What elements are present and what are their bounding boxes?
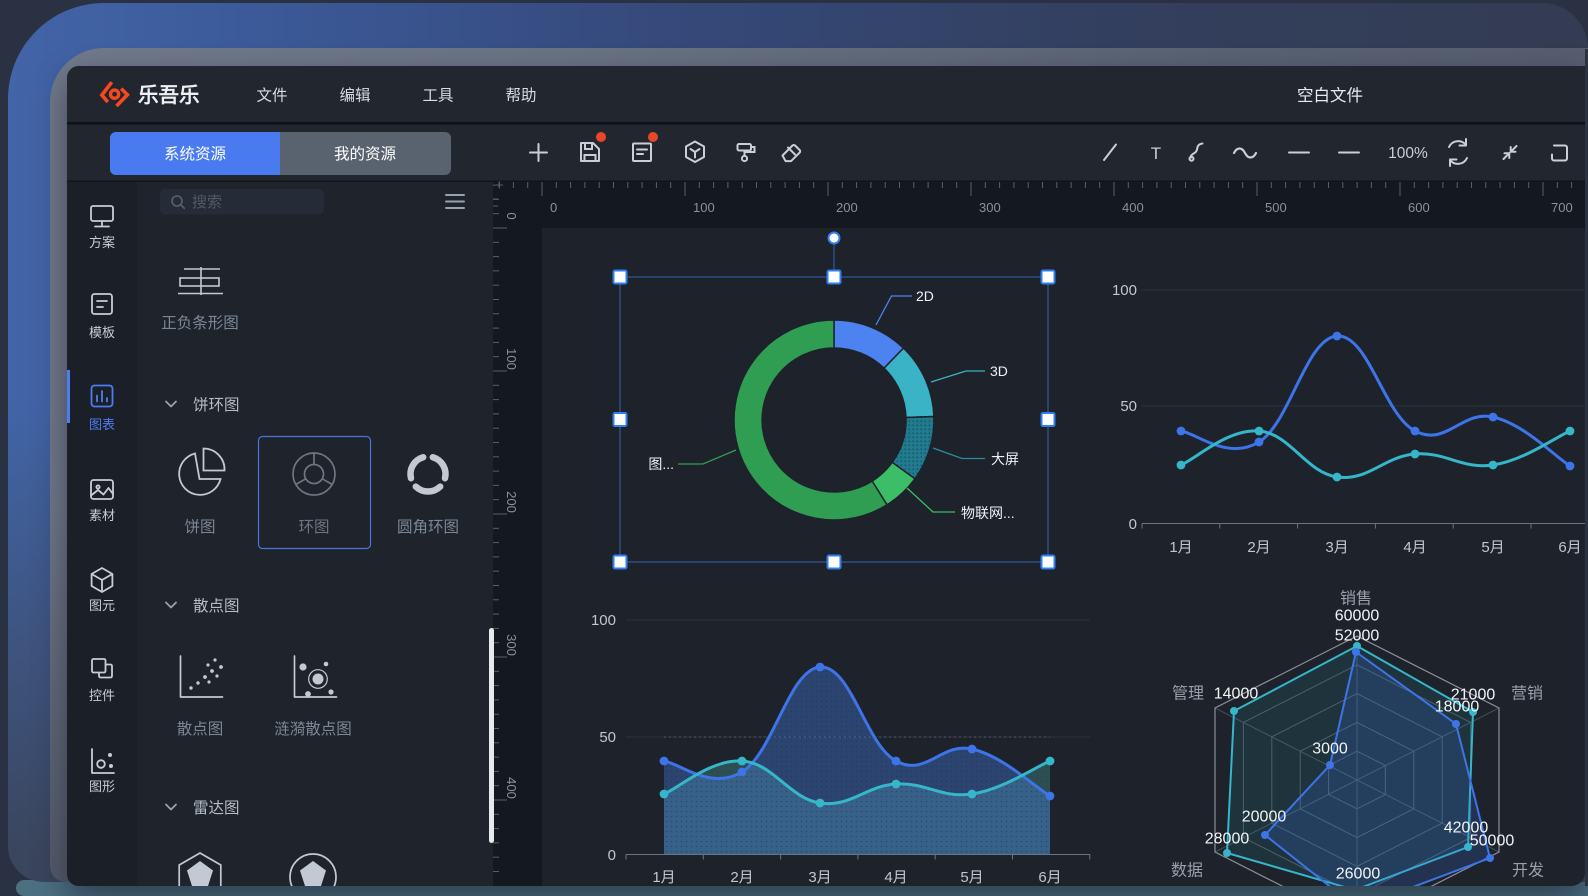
svg-text:涟漪散点图: 涟漪散点图 [274,720,352,738]
svg-text:环图: 环图 [298,519,329,536]
svg-text:14000: 14000 [1214,686,1259,703]
svg-text:T: T [1151,144,1161,163]
svg-text:散点图: 散点图 [177,720,224,738]
svg-text:26000: 26000 [1336,866,1381,883]
svg-text:方案: 方案 [89,235,115,250]
svg-text:2D: 2D [916,288,934,304]
svg-text:模板: 模板 [89,325,115,340]
svg-text:400: 400 [1122,200,1144,215]
svg-text:100: 100 [1112,282,1137,299]
svg-text:饼图: 饼图 [184,518,215,536]
svg-text:开发: 开发 [1512,862,1544,880]
svg-text:0: 0 [608,847,616,864]
svg-text:3月: 3月 [808,869,831,886]
svg-text:数据: 数据 [1171,862,1203,880]
svg-text:圆角环图: 圆角环图 [397,518,459,536]
svg-text:图...: 图... [648,456,674,472]
svg-text:6月: 6月 [1038,869,1061,886]
svg-text:1月: 1月 [1169,539,1192,556]
svg-text:我的资源: 我的资源 [334,145,396,163]
svg-text:400: 400 [504,777,519,799]
svg-text:5月: 5月 [960,869,983,886]
svg-text:雷达图: 雷达图 [193,799,240,817]
svg-text:散点图: 散点图 [193,597,240,615]
svg-text:300: 300 [979,200,1001,215]
svg-text:编辑: 编辑 [339,87,370,105]
svg-text:3月: 3月 [1325,539,1348,556]
svg-text:搜索: 搜索 [192,194,222,211]
svg-text:20000: 20000 [1242,809,1287,826]
svg-text:工具: 工具 [422,88,453,105]
svg-text:100: 100 [591,612,616,629]
svg-text:3D: 3D [990,363,1008,379]
svg-text:正负条形图: 正负条形图 [161,314,239,332]
svg-text:50: 50 [1120,398,1137,415]
svg-text:大屏: 大屏 [991,451,1019,467]
svg-text:1月: 1月 [652,869,675,886]
svg-text:管理: 管理 [1172,685,1204,703]
svg-text:18000: 18000 [1435,699,1480,716]
svg-text:52000: 52000 [1335,628,1380,645]
svg-text:200: 200 [836,200,858,215]
svg-text:6月: 6月 [1558,539,1581,556]
svg-text:60000: 60000 [1335,608,1380,625]
svg-text:5月: 5月 [1481,539,1504,556]
svg-text:饼环图: 饼环图 [193,396,240,414]
svg-text:200: 200 [504,491,519,513]
svg-text:2月: 2月 [1247,539,1270,556]
svg-text:素材: 素材 [89,508,115,523]
svg-text:50: 50 [599,729,616,746]
svg-text:图形: 图形 [89,779,115,794]
svg-text:销售: 销售 [1340,590,1372,608]
svg-text:700: 700 [1551,200,1573,215]
svg-text:100%: 100% [1388,145,1428,162]
svg-text:28000: 28000 [1205,831,1250,848]
svg-text:图元: 图元 [89,598,115,613]
svg-text:4月: 4月 [1403,539,1426,556]
svg-text:文件: 文件 [256,87,287,105]
svg-text:乐吾乐: 乐吾乐 [138,84,200,107]
svg-text:图表: 图表 [89,417,115,432]
svg-text:控件: 控件 [89,688,115,703]
svg-text:300: 300 [504,634,519,656]
svg-text:50000: 50000 [1470,833,1515,850]
svg-text:物联网...: 物联网... [961,505,1015,521]
svg-text:空白文件: 空白文件 [1297,86,1363,105]
svg-text:600: 600 [1408,200,1430,215]
svg-text:100: 100 [693,200,715,215]
svg-text:100: 100 [504,348,519,370]
svg-text:0: 0 [1129,516,1137,533]
svg-text:系统资源: 系统资源 [164,145,226,163]
svg-text:0: 0 [550,200,557,215]
svg-text:4月: 4月 [884,869,907,886]
svg-text:帮助: 帮助 [505,87,536,105]
svg-text:0: 0 [504,212,519,219]
svg-text:500: 500 [1265,200,1287,215]
svg-text:2月: 2月 [730,869,753,886]
svg-text:营销: 营销 [1511,685,1543,703]
svg-text:3000: 3000 [1312,741,1348,758]
